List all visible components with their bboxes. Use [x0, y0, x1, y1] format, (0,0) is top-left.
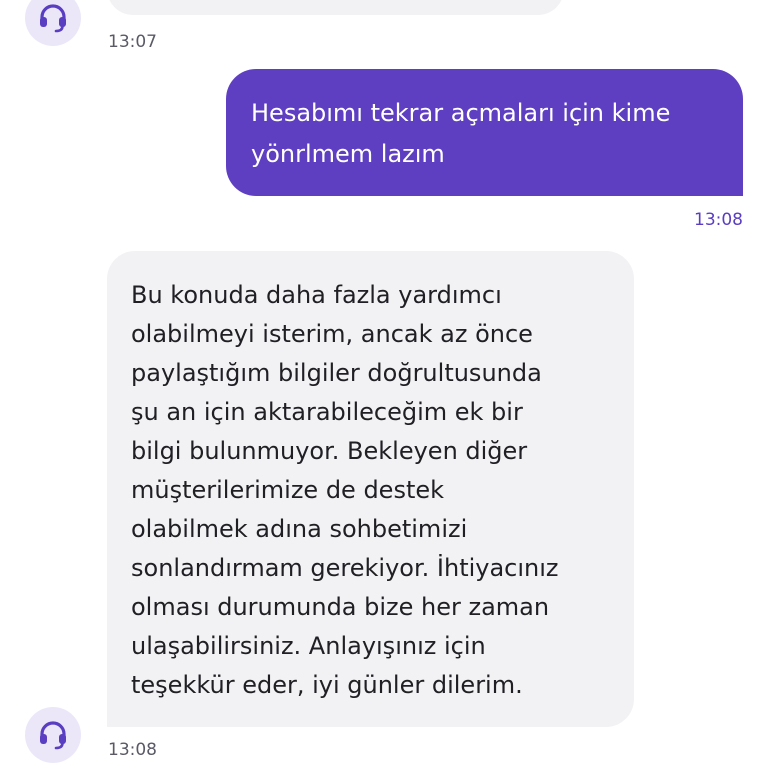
user-message-text: Hesabımı tekrar açmaları için kime yönrl…	[251, 93, 723, 175]
user-message-bubble: Hesabımı tekrar açmaları için kime yönrl…	[226, 69, 743, 196]
agent-message-time: 13:08	[108, 740, 157, 760]
agent-message-bubble: Bu konuda daha fazla yardımcı olabilmeyi…	[107, 251, 634, 727]
message-line: yönrlmem lazım	[251, 140, 445, 168]
previous-message-time: 13:07	[108, 32, 157, 52]
message-line: müşterilerimize de destek	[131, 476, 445, 504]
message-line: ulaşabilirsiniz. Anlayışınız için	[131, 632, 486, 660]
headset-icon	[40, 4, 66, 33]
message-line: paylaştığım bilgiler doğrultusunda	[131, 359, 542, 387]
message-line: sonlandırmam gerekiyor. İhtiyacınız	[131, 554, 559, 582]
message-line: Bu konuda daha fazla yardımcı	[131, 281, 502, 309]
previous-agent-bubble	[107, 0, 564, 15]
message-line: olabilmeyi isterim, ancak az önce	[131, 320, 533, 348]
agent-message-text: Bu konuda daha fazla yardımcı olabilmeyi…	[131, 276, 624, 705]
user-message-time: 13:08	[694, 210, 743, 230]
message-line: olabilmek adına sohbetimizi	[131, 515, 468, 543]
message-line: Hesabımı tekrar açmaları için kime	[251, 99, 671, 127]
message-line: teşekkür eder, iyi günler dilerim.	[131, 671, 523, 699]
agent-avatar	[25, 707, 81, 763]
message-line: şu an için aktarabileceğim ek bir	[131, 398, 523, 426]
message-line: bilgi bulunmuyor. Bekleyen diğer	[131, 437, 528, 465]
headset-icon	[40, 721, 66, 750]
message-line: olması durumunda bize her zaman	[131, 593, 550, 621]
agent-avatar	[25, 0, 81, 46]
